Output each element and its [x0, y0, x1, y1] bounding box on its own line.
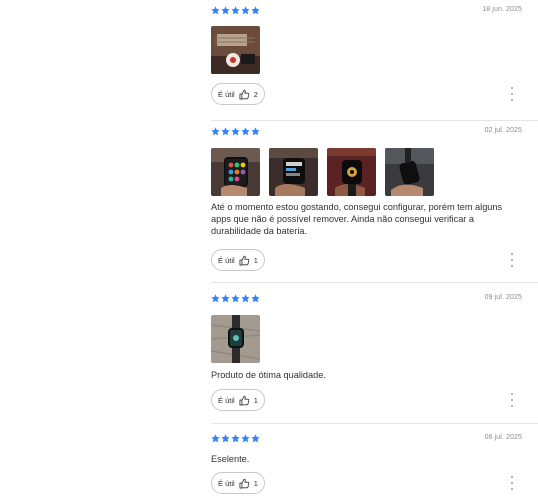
divider [211, 282, 538, 283]
thumbs-up-icon [239, 255, 249, 265]
divider [211, 423, 538, 424]
kebab-menu-icon[interactable] [510, 393, 514, 407]
useful-count: 2 [253, 89, 258, 99]
review-3: 09 jul. 2025 Produto de ótima qualidade.… [211, 294, 522, 414]
star-icon [241, 127, 250, 136]
review-date: 02 jul. 2025 [484, 127, 522, 134]
useful-label: É útil [218, 89, 235, 99]
star-icon [221, 434, 230, 443]
star-icon [211, 434, 220, 443]
review-photo[interactable] [211, 315, 260, 363]
review-text: Até o momento estou gostando, consegui c… [211, 202, 503, 236]
review-photos [211, 26, 260, 74]
review-photo[interactable] [211, 26, 260, 74]
review-date: 06 jul. 2025 [484, 434, 522, 441]
useful-button[interactable]: É útil 1 [211, 249, 265, 271]
star-icon [241, 294, 250, 303]
review-photo[interactable] [211, 148, 260, 196]
star-icon [231, 434, 240, 443]
star-icon [251, 434, 260, 443]
thumbs-up-icon [239, 89, 249, 99]
review-date: 09 jul. 2025 [484, 294, 522, 301]
review-photos [211, 148, 434, 196]
divider [211, 120, 538, 121]
useful-count: 1 [253, 395, 258, 405]
star-icon [241, 434, 250, 443]
rating-stars [211, 6, 260, 16]
rating-stars [211, 127, 260, 137]
kebab-menu-icon[interactable] [510, 87, 514, 101]
star-icon [231, 6, 240, 15]
star-icon [221, 127, 230, 136]
star-icon [251, 6, 260, 15]
review-photos [211, 315, 260, 363]
useful-button[interactable]: É útil 1 [211, 389, 265, 411]
thumbs-up-icon [239, 395, 249, 405]
review-2: 02 jul. 2025 Até o momento estou gostand… [211, 127, 522, 272]
review-1: 18 jun. 2025 É útil 2 [211, 6, 522, 110]
useful-count: 1 [253, 255, 258, 265]
star-icon [241, 6, 250, 15]
useful-button[interactable]: É útil 1 [211, 472, 265, 494]
star-icon [231, 294, 240, 303]
rating-stars [211, 294, 260, 304]
star-icon [211, 127, 220, 136]
star-icon [251, 127, 260, 136]
review-photo[interactable] [327, 148, 376, 196]
star-icon [251, 294, 260, 303]
useful-label: É útil [218, 478, 235, 488]
kebab-menu-icon[interactable] [510, 253, 514, 267]
rating-stars [211, 434, 260, 444]
useful-label: É útil [218, 395, 235, 405]
thumbs-up-icon [239, 478, 249, 488]
review-photo[interactable] [269, 148, 318, 196]
star-icon [231, 127, 240, 136]
kebab-menu-icon[interactable] [510, 476, 514, 490]
review-text: Produto de ótima qualidade. [211, 370, 326, 380]
review-photo[interactable] [385, 148, 434, 196]
star-icon [221, 294, 230, 303]
star-icon [211, 6, 220, 15]
star-icon [221, 6, 230, 15]
useful-button[interactable]: É útil 2 [211, 83, 265, 105]
star-icon [211, 294, 220, 303]
review-4: 06 jul. 2025 Eselente. É útil 1 [211, 434, 522, 500]
useful-count: 1 [253, 478, 258, 488]
review-date: 18 jun. 2025 [482, 6, 522, 13]
review-text: Eselente. [211, 454, 250, 464]
useful-label: É útil [218, 255, 235, 265]
